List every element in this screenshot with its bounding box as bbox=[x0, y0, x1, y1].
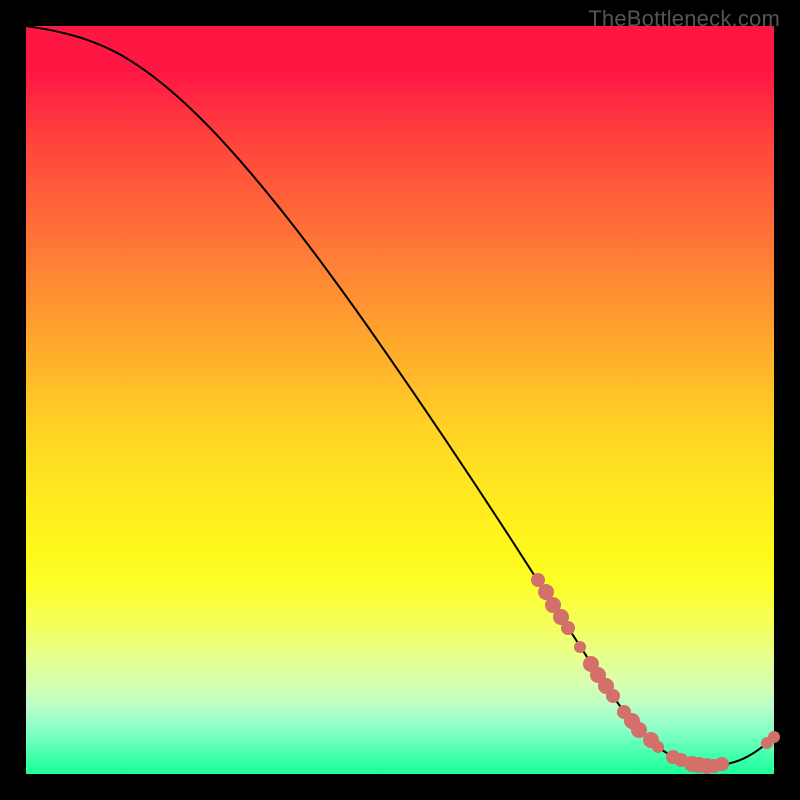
gradient-background bbox=[26, 26, 774, 774]
chart-stage: TheBottleneck.com bbox=[0, 0, 800, 800]
plot-area bbox=[26, 26, 774, 774]
